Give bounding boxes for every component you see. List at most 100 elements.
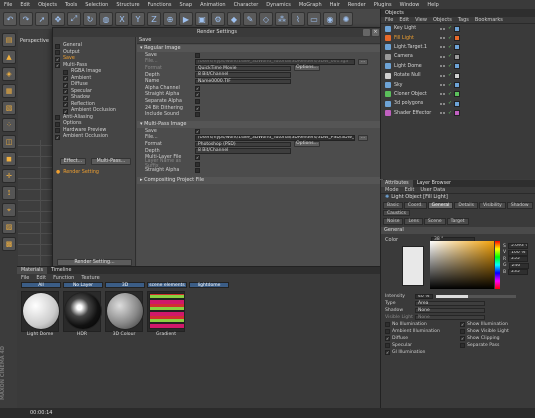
render-view-icon[interactable]: ▶ — [179, 12, 193, 26]
toggle-checkbox[interactable]: ✓ — [460, 322, 465, 327]
nav-item-ambient-occlusion[interactable]: ✓ Ambient Occlusion — [53, 134, 135, 141]
nav-checkbox[interactable] — [63, 69, 68, 75]
material-light-dome[interactable]: Light Dome — [21, 291, 59, 339]
regular-save-checkbox[interactable] — [195, 52, 200, 58]
nav-checkbox[interactable] — [55, 115, 60, 121]
channel-value-field[interactable]: 5.093 % — [507, 243, 528, 250]
visibility-dots-icon[interactable] — [440, 65, 445, 68]
mp-format-select[interactable]: Photoshop (PSD) — [195, 141, 291, 148]
object-row-key-light[interactable]: Key Light ✓ — [381, 24, 535, 33]
nav-checkbox[interactable]: ✓ — [63, 76, 68, 82]
filter-scene-elements[interactable]: scene elements — [147, 282, 187, 288]
enabled-check-icon[interactable]: ✓ — [448, 26, 452, 31]
mp-file-browse-button[interactable]: … — [358, 134, 368, 141]
material-menu-texture[interactable]: Texture — [81, 274, 99, 282]
toggle-checkbox[interactable]: ✓ — [460, 336, 465, 341]
attr-tab-details[interactable]: Details — [454, 202, 478, 209]
tweak-mode-icon[interactable]: ⟟ — [2, 186, 16, 200]
include-sound-checkbox[interactable] — [195, 112, 200, 118]
filter-lightdome[interactable]: lightdome — [189, 282, 229, 288]
object-row-fill-light[interactable]: Fill Light ✓ — [381, 33, 535, 42]
pen-icon[interactable]: ✎ — [243, 12, 257, 26]
nav-checkbox[interactable] — [55, 50, 60, 56]
layer-suffix-checkbox[interactable] — [195, 161, 200, 167]
enabled-check-icon[interactable]: ✓ — [448, 45, 452, 50]
attr-tab-basic[interactable]: Basic — [383, 202, 403, 209]
regular-name-select[interactable]: Name0000.TIF — [195, 78, 291, 85]
material-menu-function[interactable]: Function — [53, 274, 74, 282]
toggle-checkbox[interactable] — [460, 329, 465, 334]
multi-layer-checkbox[interactable]: ✓ — [195, 155, 200, 161]
channel-value-field[interactable]: 255 — [508, 256, 529, 263]
nav-checkbox[interactable]: ✓ — [63, 95, 68, 101]
toggle-checkbox[interactable] — [385, 322, 390, 327]
toggle-checkbox[interactable] — [385, 343, 390, 348]
x-axis-icon[interactable]: X — [115, 12, 129, 26]
multipass-image-section[interactable]: ▾ Multi-Pass Image — [137, 120, 383, 128]
attr-tab-target[interactable]: Target — [446, 218, 469, 225]
deformer-icon[interactable]: ⌇ — [291, 12, 305, 26]
material-3d-colour[interactable]: 3D Colour — [105, 291, 143, 339]
axis-mode-icon[interactable]: ✛ — [2, 169, 16, 183]
intensity-field[interactable]: 40 % — [415, 293, 433, 300]
object-tag-icon[interactable] — [454, 110, 461, 117]
alpha-channel-checkbox[interactable]: ✓ — [195, 85, 200, 91]
cube-icon[interactable]: ◆ — [227, 12, 241, 26]
enabled-check-icon[interactable]: ✓ — [448, 83, 452, 88]
render-settings-icon[interactable]: ⚙ — [211, 12, 225, 26]
objects-menu-objects[interactable]: Objects — [433, 17, 452, 23]
menu-mograph[interactable]: MoGraph — [295, 2, 326, 8]
regular-file-field[interactable]: /Users/hyps/work/1489_3DWorld_Tutorial/3… — [195, 59, 355, 65]
attr-tab-noise[interactable]: Noise — [383, 218, 404, 225]
mp-straight-checkbox[interactable] — [195, 168, 200, 174]
menu-hair[interactable]: Hair — [326, 2, 344, 8]
camera-icon[interactable]: ◉ — [323, 12, 337, 26]
y-axis-icon[interactable]: Y — [131, 12, 145, 26]
regular-file-browse-button[interactable]: … — [358, 58, 368, 65]
toggle-checkbox[interactable] — [460, 343, 465, 348]
recent-tools-icon[interactable]: ◍ — [99, 12, 113, 26]
visibility-dots-icon[interactable] — [440, 112, 445, 115]
object-row-3d-polygons[interactable]: 3d polygons ✓ — [381, 99, 535, 108]
render-picture-viewer-icon[interactable]: ▣ — [195, 12, 209, 26]
object-row-camera[interactable]: Camera ✓ — [381, 52, 535, 61]
light-icon[interactable]: ✺ — [339, 12, 353, 26]
objects-menu-file[interactable]: File — [385, 17, 393, 23]
array-icon[interactable]: ⁂ — [275, 12, 289, 26]
visibility-dots-icon[interactable] — [440, 74, 445, 77]
menu-plugins[interactable]: Plugins — [370, 2, 396, 8]
nav-checkbox[interactable]: ✓ — [63, 82, 68, 88]
object-row-light-dome[interactable]: Light Dome ✓ — [381, 62, 535, 71]
edges-mode-icon[interactable]: ◫ — [2, 135, 16, 149]
polygons-mode-icon[interactable]: ◼ — [2, 152, 16, 166]
mp-file-field[interactable]: /Users/hyps/work/1489_3DWorld_Tutorial/3… — [195, 135, 355, 141]
texture-mode-icon[interactable]: ▦ — [2, 84, 16, 98]
tab-layer-browser[interactable]: Layer Browser — [413, 180, 455, 187]
nav-checkbox[interactable]: ✓ — [55, 56, 60, 62]
object-tag-icon[interactable] — [454, 63, 461, 70]
visibility-dots-icon[interactable] — [440, 46, 445, 49]
menu-edit[interactable]: Edit — [16, 2, 34, 8]
z-axis-icon[interactable]: Z — [147, 12, 161, 26]
menu-animation[interactable]: Animation — [196, 2, 230, 8]
snap-icon[interactable]: ⌖ — [2, 203, 16, 217]
material-tab-materials[interactable]: Materials — [17, 267, 47, 274]
object-tag-icon[interactable] — [454, 91, 461, 98]
multipass-button[interactable]: Multi-Pass... — [91, 158, 131, 165]
locked-workplane-icon[interactable]: ▨ — [2, 220, 16, 234]
material-menu-file[interactable]: File — [21, 274, 29, 282]
attr-tab-caustics[interactable]: Caustics — [383, 209, 410, 216]
object-tag-icon[interactable] — [454, 82, 461, 89]
menu-dynamics[interactable]: Dynamics — [262, 2, 295, 8]
nav-checkbox[interactable] — [55, 43, 60, 49]
object-row-shader-effector[interactable]: Shader Effector ✓ — [381, 109, 535, 118]
object-row-light-target-1[interactable]: Light.Target.1 ✓ — [381, 43, 535, 52]
compositing-section[interactable]: ▸ Compositing Project File — [137, 177, 383, 185]
mp-depth-select[interactable]: 8 Bit/Channel — [195, 148, 291, 154]
menu-file[interactable]: File — [0, 2, 16, 8]
toggle-checkbox[interactable]: ✓ — [385, 336, 390, 341]
subdivision-icon[interactable]: ◇ — [259, 12, 273, 26]
attr-tab-shadow[interactable]: Shadow — [506, 202, 533, 209]
scale-icon[interactable]: ⤢ — [67, 12, 81, 26]
enabled-check-icon[interactable]: ✓ — [448, 54, 452, 59]
